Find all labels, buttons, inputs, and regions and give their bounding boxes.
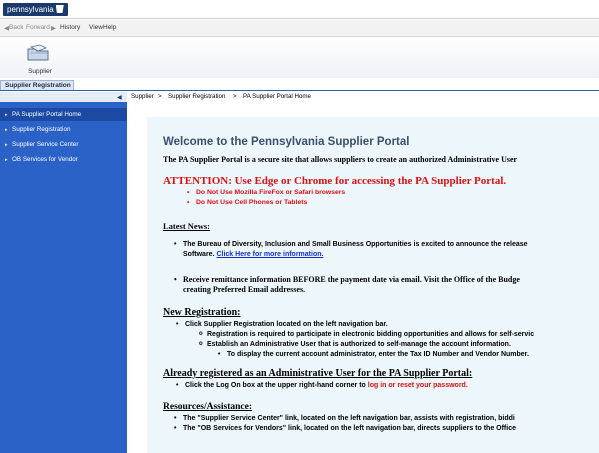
breadcrumb-current: PA Supplier Portal Home [243, 93, 311, 100]
sidebar-item-ob-services[interactable]: ▸ OB Services for Vendor [0, 153, 127, 166]
sidebar-item-label: Supplier Registration [12, 126, 71, 133]
breadcrumb-separator: > [158, 93, 162, 100]
breadcrumb-separator: > [233, 93, 237, 100]
latest-news-heading: Latest News: [163, 221, 210, 231]
resources-bullet-1: The "Supplier Service Center" link, loca… [174, 415, 515, 422]
new-registration-bullet: Click Supplier Registration located on t… [176, 321, 388, 328]
tab-strip [0, 80, 599, 91]
attention-bullet: Do Not Use Mozilla FireFox or Safari bro… [187, 189, 345, 196]
breadcrumb-registration[interactable]: Supplier Registration [168, 92, 225, 102]
new-registration-sub-1: Registration is required to participate … [199, 331, 534, 338]
already-registered-heading: Already registered as an Administrative … [163, 368, 473, 379]
supplier-tile[interactable]: Supplier [20, 44, 60, 78]
sidebar-item-supplier-service-center[interactable]: ▸ Supplier Service Center [0, 138, 127, 151]
history-menu[interactable]: History [60, 24, 80, 31]
chevron-right-icon: ▸ [5, 157, 8, 163]
brand-name: pennsylvania [7, 5, 54, 14]
tab-supplier-registration[interactable]: Supplier Registration [0, 80, 74, 90]
sidebar-item-label: Supplier Service Center [12, 141, 79, 148]
intro-text: The PA Supplier Portal is a secure site … [163, 155, 518, 164]
news-item-2-cont: creating Preferred Email addresses. [183, 285, 306, 294]
resources-heading: Resources/Assistance: [163, 402, 253, 412]
news-item-2: Receive remittance information BEFORE th… [174, 275, 520, 284]
new-registration-subsub: To display the current account administr… [218, 351, 529, 358]
back-button[interactable]: Back [9, 24, 23, 31]
attention-heading: ATTENTION: Use Edge or Chrome for access… [163, 175, 507, 187]
already-registered-bullet: Click the Log On box at the upper right-… [176, 382, 468, 389]
folder-icon [27, 44, 49, 61]
view-menu[interactable]: View [89, 24, 103, 31]
nav-header [0, 92, 127, 102]
breadcrumb: Supplier > Supplier Registration > PA Su… [127, 92, 599, 102]
forward-button[interactable]: Forward [26, 24, 50, 31]
supplier-label: Supplier [28, 68, 52, 75]
news-item-1: The Bureau of Diversity, Inclusion and S… [174, 241, 528, 248]
sidebar-item-portal-home[interactable]: ▸ PA Supplier Portal Home [0, 108, 127, 121]
sidebar-item-supplier-registration[interactable]: ▸ Supplier Registration [0, 123, 127, 136]
pennsylvania-logo[interactable]: pennsylvania [3, 3, 68, 16]
collapse-nav-icon[interactable]: ◀ [117, 94, 122, 101]
news-item-1-suffix: Software. [183, 251, 215, 258]
resources-bullet-2: The "OB Services for Vendors" link, loca… [174, 425, 516, 432]
attention-bullet: Do Not Use Cell Phones or Tablets [187, 199, 307, 206]
toolbar [0, 37, 599, 78]
chevron-right-icon: ▸ [5, 112, 8, 118]
portal-content: Welcome to the Pennsylvania Supplier Por… [147, 117, 599, 453]
news-more-info-link[interactable]: Click Here for more information. [216, 251, 323, 258]
chevron-right-icon: ▸ [5, 142, 8, 148]
chevron-right-icon: ▸ [5, 127, 8, 133]
forward-arrow-icon: ▶ [51, 25, 56, 32]
keystone-icon [55, 5, 64, 13]
breadcrumb-supplier[interactable]: Supplier [131, 92, 154, 102]
sidebar-item-label: PA Supplier Portal Home [12, 111, 82, 118]
new-registration-heading: New Registration: [163, 307, 241, 318]
page-title: Welcome to the Pennsylvania Supplier Por… [163, 136, 410, 148]
already-registered-text: Click the Log On box at the upper right-… [185, 382, 366, 389]
browser-menu-bar: ◀ Back Forward ▶ History View Help [0, 20, 599, 37]
left-nav: ▸ PA Supplier Portal Home ▸ Supplier Regis… [0, 102, 127, 453]
new-registration-sub-2: Establish an Administrative User that is… [199, 341, 511, 348]
login-reset-link[interactable]: log in or reset your password. [368, 382, 468, 389]
help-menu[interactable]: Help [103, 24, 116, 31]
sidebar-item-label: OB Services for Vendor [12, 156, 78, 163]
top-banner: pennsylvania [0, 0, 599, 19]
